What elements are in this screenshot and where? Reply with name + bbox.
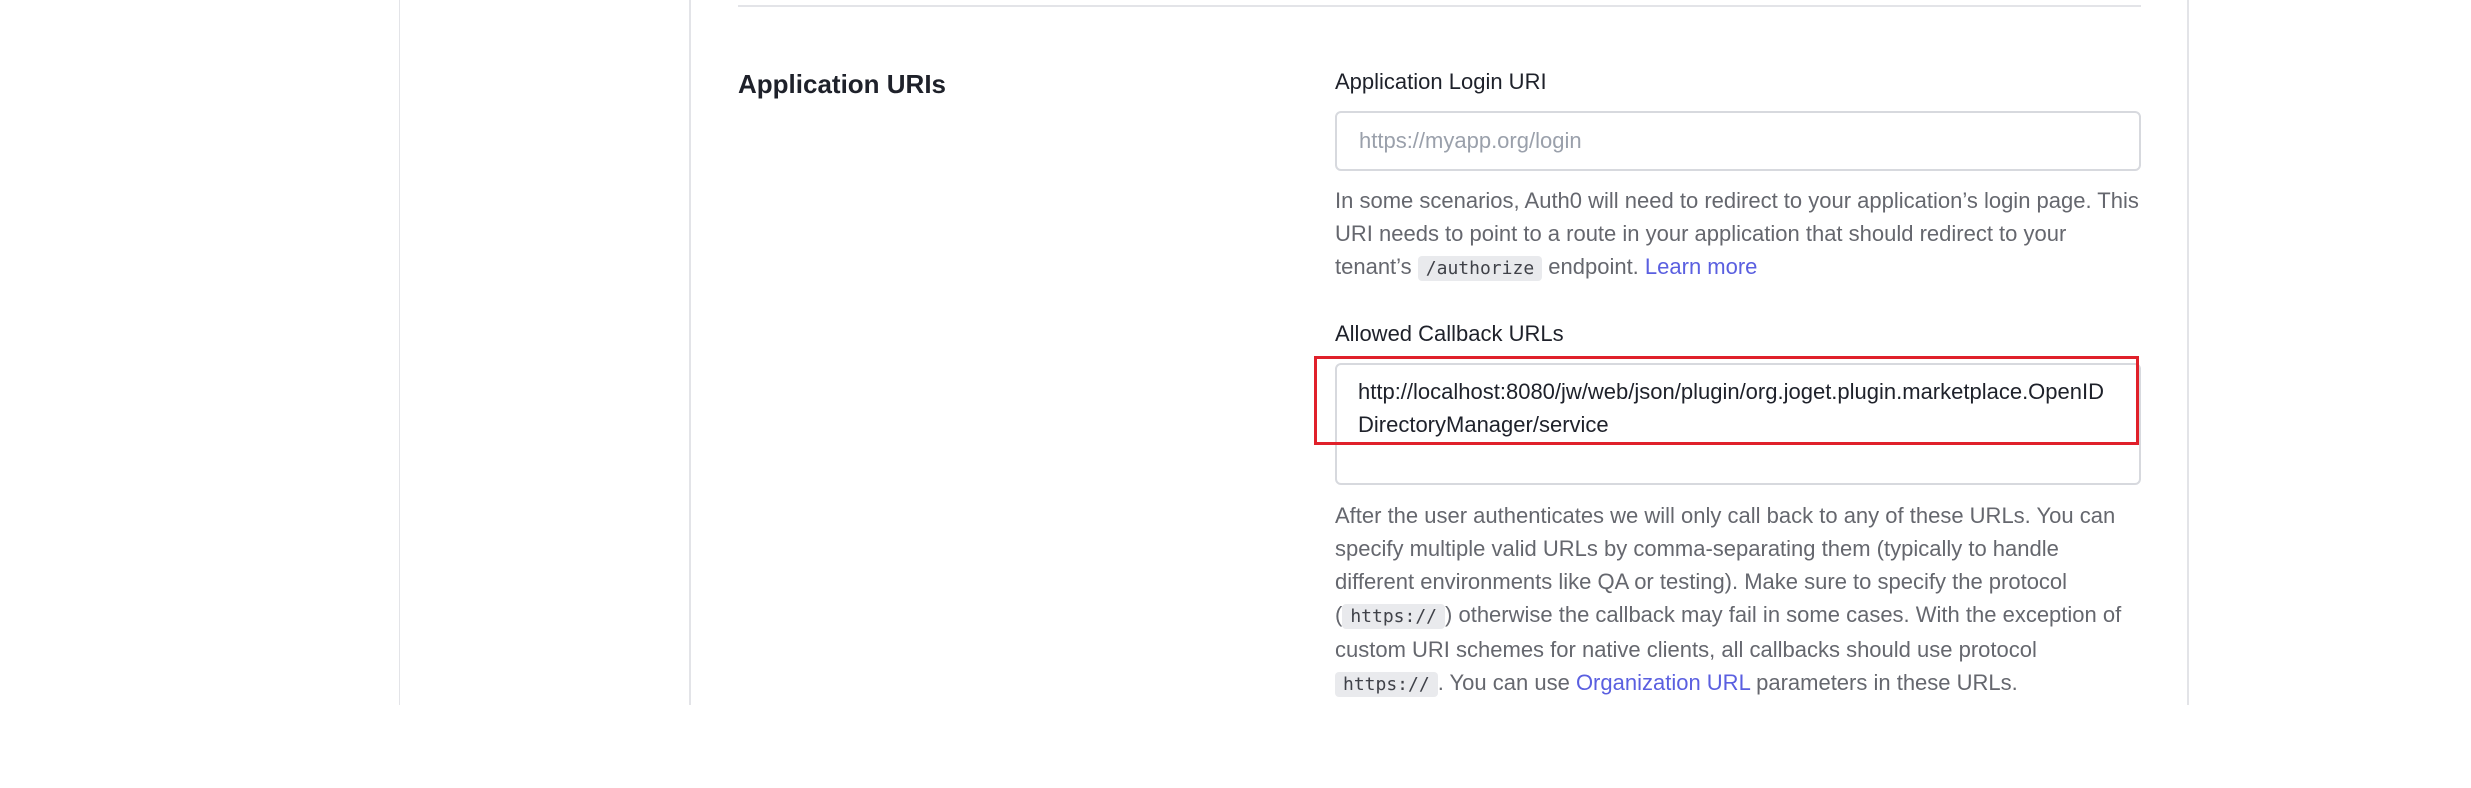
callback-help-text-4: parameters in these URLs. bbox=[1749, 670, 2018, 695]
callback-urls-help: After the user authenticates we will onl… bbox=[1335, 499, 2141, 701]
login-uri-help-text-2: endpoint. bbox=[1542, 254, 1645, 279]
callback-help-text-3: . You can use bbox=[1437, 670, 1576, 695]
organization-url-link[interactable]: Organization URL bbox=[1576, 670, 1750, 695]
https-code-2: https:// bbox=[1335, 672, 1438, 697]
sidebar-divider bbox=[399, 0, 400, 705]
section-title: Application URIs bbox=[738, 69, 947, 99]
https-code-1: https:// bbox=[1342, 604, 1446, 629]
login-uri-help: In some scenarios, Auth0 will need to re… bbox=[1335, 184, 2141, 285]
callback-urls-label: Allowed Callback URLs bbox=[1335, 321, 1564, 346]
learn-more-link[interactable]: Learn more bbox=[1645, 254, 1758, 279]
login-uri-label: Application Login URI bbox=[1335, 69, 1547, 94]
callback-urls-value: http://localhost:8080/jw/web/json/plugin… bbox=[1358, 379, 2105, 437]
callback-help-text-2: ) otherwise the callback may fail in som… bbox=[1335, 602, 2122, 662]
login-uri-input[interactable] bbox=[1335, 111, 2141, 171]
section-divider bbox=[738, 5, 2141, 7]
authorize-code: /authorize bbox=[1417, 256, 1543, 281]
